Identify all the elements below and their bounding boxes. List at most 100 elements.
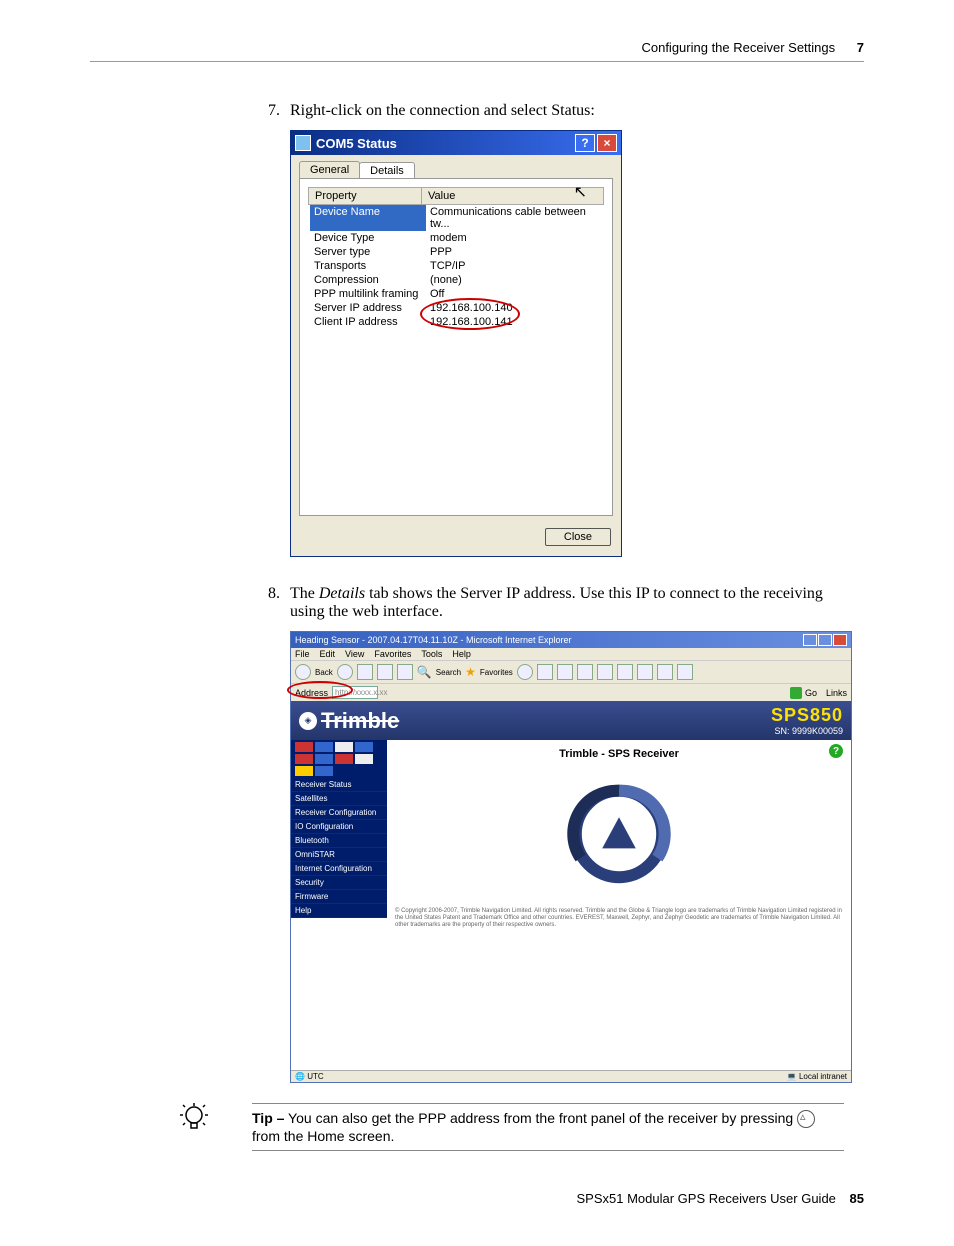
help-button[interactable]: ? bbox=[575, 134, 595, 152]
menu-favorites[interactable]: Favorites bbox=[374, 649, 411, 659]
close-button[interactable]: × bbox=[597, 134, 617, 152]
forward-button[interactable] bbox=[337, 664, 353, 680]
tool-button-a[interactable] bbox=[597, 664, 613, 680]
flag-icon[interactable] bbox=[355, 754, 373, 764]
main-title: Trimble - SPS Receiver bbox=[395, 748, 843, 760]
address-highlight-icon bbox=[287, 681, 353, 699]
menu-tools[interactable]: Tools bbox=[421, 649, 442, 659]
window-title: COM5 Status bbox=[316, 136, 573, 151]
sidebar-item-firmware[interactable]: Firmware bbox=[291, 890, 387, 904]
com5-status-dialog: COM5 Status ? × General Details Property… bbox=[290, 130, 622, 557]
sidebar-item-omnistar[interactable]: OmniSTAR bbox=[291, 848, 387, 862]
banner: ◈ Trimble SPS850 SN: 9999K00059 bbox=[291, 701, 851, 740]
grid-header: Property Value ↖ bbox=[308, 187, 604, 205]
help-icon[interactable]: ? bbox=[829, 744, 843, 758]
header-title: Configuring the Receiver Settings bbox=[641, 40, 835, 55]
details-panel: Property Value ↖ Device Name Communicati… bbox=[299, 178, 613, 516]
menu-view[interactable]: View bbox=[345, 649, 364, 659]
globe-icon: ◈ bbox=[299, 712, 317, 730]
back-button[interactable] bbox=[295, 664, 311, 680]
sidebar-item-bluetooth[interactable]: Bluetooth bbox=[291, 834, 387, 848]
flag-icon[interactable] bbox=[295, 766, 313, 776]
copyright-text: © Copyright 2006-2007, Trimble Navigatio… bbox=[395, 908, 843, 930]
flag-icon[interactable] bbox=[295, 742, 313, 752]
tool-button-e[interactable] bbox=[677, 664, 693, 680]
step-8: 8. The Details tab shows the Server IP a… bbox=[250, 585, 864, 621]
col-property[interactable]: Property bbox=[309, 188, 422, 204]
model-label: SPS850 bbox=[771, 705, 843, 726]
tool-button-b[interactable] bbox=[617, 664, 633, 680]
sidebar-item-security[interactable]: Security bbox=[291, 876, 387, 890]
cursor-icon: ↖ bbox=[574, 182, 587, 202]
minimize-button[interactable] bbox=[803, 634, 817, 646]
page-number: 85 bbox=[850, 1191, 864, 1206]
chapter-number: 7 bbox=[857, 40, 864, 55]
edit-button[interactable] bbox=[577, 664, 593, 680]
stop-button[interactable] bbox=[357, 664, 373, 680]
maximize-button[interactable] bbox=[818, 634, 832, 646]
step-number: 7. bbox=[250, 102, 280, 120]
sidebar-item-satellites[interactable]: Satellites bbox=[291, 792, 387, 806]
tab-general[interactable]: General bbox=[299, 161, 360, 178]
sidebar-item-io-configuration[interactable]: IO Configuration bbox=[291, 820, 387, 834]
content-row: Receiver Status Satellites Receiver Conf… bbox=[291, 740, 851, 1070]
tab-details[interactable]: Details bbox=[359, 162, 415, 179]
flag-icon[interactable] bbox=[315, 742, 333, 752]
history-button[interactable] bbox=[517, 664, 533, 680]
sidebar-item-receiver-status[interactable]: Receiver Status bbox=[291, 778, 387, 792]
brand-logo: Trimble bbox=[321, 708, 399, 734]
flag-icon[interactable] bbox=[355, 742, 373, 752]
tool-button-d[interactable] bbox=[657, 664, 673, 680]
serial-number: SN: 9999K00059 bbox=[771, 726, 843, 736]
guide-name: SPSx51 Modular GPS Receivers User Guide bbox=[577, 1191, 836, 1206]
tabstrip: General Details bbox=[291, 155, 621, 178]
browser-menubar: File Edit View Favorites Tools Help bbox=[291, 648, 851, 660]
sidebar-item-help[interactable]: Help bbox=[291, 904, 387, 918]
sidebar-item-internet-configuration[interactable]: Internet Configuration bbox=[291, 862, 387, 876]
sidebar-item-receiver-configuration[interactable]: Receiver Configuration bbox=[291, 806, 387, 820]
row-compression[interactable]: Compression (none) bbox=[308, 273, 604, 287]
lightbulb-icon bbox=[180, 1103, 208, 1140]
address-bar: Address http://xxxx.x.xx Go Links bbox=[291, 683, 851, 701]
row-device-type[interactable]: Device Type modem bbox=[308, 231, 604, 245]
favorites-label: Favorites bbox=[480, 668, 513, 677]
mail-button[interactable] bbox=[537, 664, 553, 680]
flag-icon[interactable] bbox=[295, 754, 313, 764]
go-button[interactable] bbox=[790, 687, 802, 699]
tool-button-c[interactable] bbox=[637, 664, 653, 680]
close-dialog-button[interactable]: Close bbox=[545, 528, 611, 546]
browser-titlebar[interactable]: Heading Sensor - 2007.04.17T04.11.10Z - … bbox=[291, 632, 851, 648]
favorites-icon[interactable]: ★ bbox=[465, 665, 476, 679]
home-button[interactable] bbox=[397, 664, 413, 680]
flag-icon[interactable] bbox=[315, 766, 333, 776]
flag-icon[interactable] bbox=[335, 742, 353, 752]
tip-block: Tip – You can also get the PPP address f… bbox=[180, 1103, 844, 1151]
row-device-name[interactable]: Device Name Communications cable between… bbox=[308, 205, 604, 231]
row-server-ip[interactable]: Server IP address 192.168.100.140 bbox=[308, 301, 604, 315]
sidebar-column: Receiver Status Satellites Receiver Conf… bbox=[291, 740, 387, 1070]
search-icon[interactable]: 🔍 bbox=[417, 665, 432, 679]
back-label: Back bbox=[315, 668, 333, 677]
print-button[interactable] bbox=[557, 664, 573, 680]
close-button[interactable] bbox=[833, 634, 847, 646]
links-label[interactable]: Links bbox=[826, 688, 847, 698]
step-text: Right-click on the connection and select… bbox=[290, 102, 864, 120]
row-server-type[interactable]: Server type PPP bbox=[308, 245, 604, 259]
globe-triangle-icon bbox=[559, 774, 679, 894]
browser-window: Heading Sensor - 2007.04.17T04.11.10Z - … bbox=[290, 631, 852, 1083]
titlebar[interactable]: COM5 Status ? × bbox=[291, 131, 621, 155]
flag-icon[interactable] bbox=[315, 754, 333, 764]
menu-edit[interactable]: Edit bbox=[320, 649, 336, 659]
menu-file[interactable]: File bbox=[295, 649, 310, 659]
window-icon bbox=[295, 135, 311, 151]
flag-bar bbox=[291, 740, 387, 778]
col-value[interactable]: Value ↖ bbox=[422, 188, 603, 204]
menu-help[interactable]: Help bbox=[452, 649, 471, 659]
dialog-buttons: Close bbox=[291, 524, 621, 556]
row-transports[interactable]: Transports TCP/IP bbox=[308, 259, 604, 273]
tip-label: Tip – bbox=[252, 1110, 284, 1126]
step-text: The Details tab shows the Server IP addr… bbox=[290, 585, 864, 621]
browser-title: Heading Sensor - 2007.04.17T04.11.10Z - … bbox=[295, 635, 803, 645]
refresh-button[interactable] bbox=[377, 664, 393, 680]
flag-icon[interactable] bbox=[335, 754, 353, 764]
